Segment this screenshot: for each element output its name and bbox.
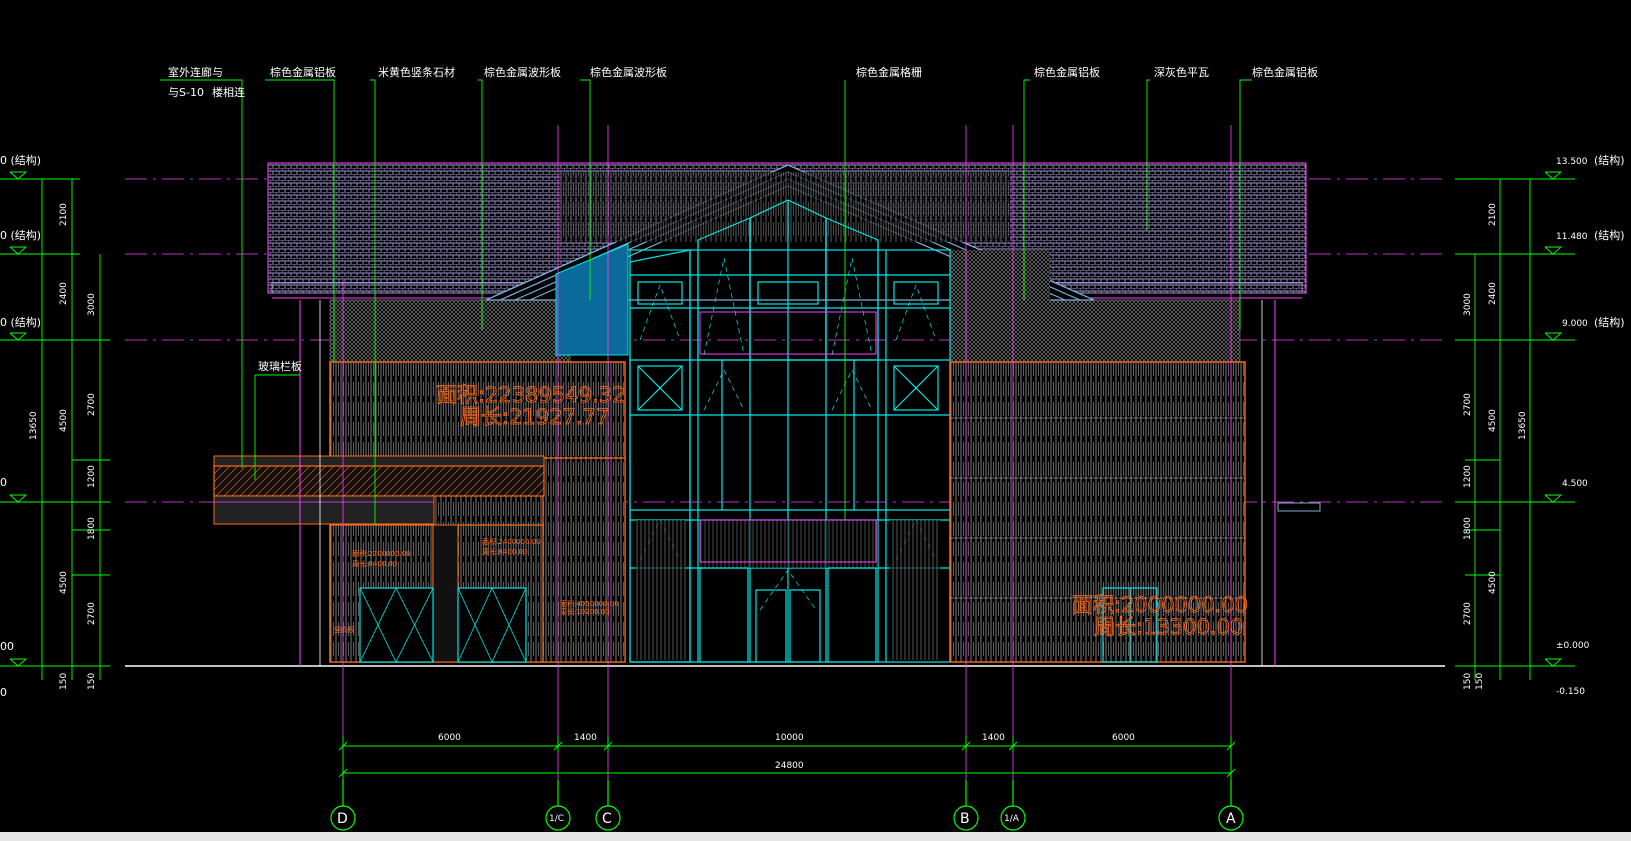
rdim-7: 1200 — [1463, 465, 1473, 488]
small-note-3: 面积:2400000.00 — [482, 537, 541, 546]
rdim-10: 4500 — [1488, 571, 1498, 594]
right-vertical-dims: 2100 2400 3000 2700 4500 13650 1200 1800… — [1463, 203, 1528, 690]
right-level-2: 11.480 — [1556, 232, 1588, 242]
right-level-1: 13.500 — [1556, 157, 1588, 167]
hdim-3: 10000 — [775, 733, 804, 743]
hdim-5: 6000 — [1112, 733, 1135, 743]
right-dimension-lines — [1455, 171, 1575, 680]
ldim-4: 1200 — [87, 465, 97, 488]
axis-label-c: C — [602, 811, 612, 827]
ldim-11: 13650 — [29, 411, 39, 440]
ldim-7: 150 — [59, 673, 69, 690]
label-brown-corrugated-2: 棕色金属波形板 — [590, 65, 667, 79]
glass-stripes-lower-right — [890, 520, 940, 660]
right-level-4: 4.500 — [1562, 479, 1588, 489]
status-bar — [0, 832, 1631, 841]
rdim-6: 13650 — [1518, 411, 1528, 440]
right-level-3: 9.000 — [1562, 319, 1588, 329]
label-brown-aluminum-1: 棕色金属铝板 — [270, 65, 336, 79]
ldim-10: 4500 — [59, 571, 69, 594]
glass-stripes-mid — [700, 520, 878, 568]
label-glass-railing: 玻璃栏板 — [258, 359, 302, 373]
left-level-1: 0 (结构) — [0, 153, 41, 167]
right-balcony — [1277, 502, 1321, 512]
ldim-2: 2400 — [59, 282, 69, 305]
rdim-2: 2400 — [1488, 282, 1498, 305]
axis-bubbles — [330, 780, 1244, 831]
rdim-11: 150 — [1463, 673, 1473, 690]
label-dark-gray-tile: 深灰色平瓦 — [1154, 65, 1209, 79]
rdim-3: 3000 — [1463, 293, 1473, 316]
rdim-8: 1800 — [1463, 517, 1473, 540]
hdim-total: 24800 — [775, 761, 804, 771]
area-note-lower-2: 周长:13300.00 — [1094, 615, 1243, 639]
ldim-9: 2700 — [87, 393, 97, 416]
area-note-lower-1: 面积:2000000.00 — [1072, 593, 1248, 617]
area-note-upper-2: 周长:21927.77 — [460, 405, 609, 429]
ldim-1: 2100 — [59, 203, 69, 226]
small-note-1: 面积:2700000.00 — [352, 549, 411, 558]
ldim-6: 2700 — [87, 602, 97, 625]
ldim-5: 1800 — [87, 517, 97, 540]
rdim-4: 2700 — [1463, 393, 1473, 416]
right-level-5: ±0.000 — [1556, 641, 1590, 651]
gray-mesh-gable-right — [950, 250, 1050, 360]
axis-label-1c: 1/C — [549, 814, 564, 824]
right-level-1-note: (结构) — [1594, 153, 1625, 167]
small-note-2: 周长:8400.00 — [352, 559, 397, 568]
label-outdoor-corridor-1: 室外连廊与 — [168, 65, 223, 79]
rdim-9: 2700 — [1463, 602, 1473, 625]
left-level-5: 00 — [0, 640, 14, 653]
small-note-7: 竖向板 — [334, 625, 355, 634]
right-level-3-note: (结构) — [1594, 315, 1625, 329]
ldim-12: 150 — [87, 673, 97, 690]
label-brown-aluminum-2: 棕色金属铝板 — [1034, 65, 1100, 79]
gable-stripe-area — [560, 172, 1010, 242]
area-note-upper-1: 面积:22389549.32 — [436, 383, 625, 407]
label-beige-stone: 米黄色竖条石材 — [378, 65, 455, 79]
axis-label-b: B — [960, 811, 970, 827]
right-level-6: -0.150 — [1556, 687, 1585, 697]
ldim-3: 4500 — [59, 409, 69, 432]
ldim-8: 3000 — [87, 293, 97, 316]
hdim-1: 6000 — [438, 733, 461, 743]
axis-label-1a: 1/A — [1004, 814, 1020, 824]
rdim-12: 150 — [1475, 673, 1485, 690]
left-level-3: 0 (结构) — [0, 315, 41, 329]
label-outdoor-corridor-3: 楼相连 — [212, 85, 245, 99]
hdim-2: 1400 — [574, 733, 597, 743]
label-brown-grille: 棕色金属格栅 — [856, 65, 922, 79]
left-vertical-dims: 2100 2400 4500 1200 1800 2700 150 3000 2… — [29, 203, 97, 690]
right-level-2-note: (结构) — [1594, 228, 1625, 242]
left-level-2: 0 (结构) — [0, 228, 41, 242]
label-brown-corrugated-1: 棕色金属波形板 — [484, 65, 561, 79]
small-note-4: 周长:8400.00 — [482, 547, 527, 556]
left-level-4: 0 — [0, 476, 7, 489]
glass-stripes-lower-left — [636, 520, 686, 660]
label-outdoor-corridor-2: 与S-10 — [168, 86, 204, 99]
hdim-4: 1400 — [982, 733, 1005, 743]
left-level-6: 0 — [0, 686, 7, 699]
axis-label-d: D — [337, 811, 348, 827]
mesh-band-left — [329, 299, 571, 363]
axis-label-a: A — [1226, 811, 1236, 827]
rdim-5: 4500 — [1488, 409, 1498, 432]
label-brown-aluminum-3: 棕色金属铝板 — [1252, 65, 1318, 79]
rdim-1: 2100 — [1488, 203, 1498, 226]
small-note-6: 周长:10200.00 — [560, 607, 610, 616]
small-note-5: 面积:4050000.00 — [560, 599, 619, 608]
elevation-drawing: 室外连廊与 与S-10 楼相连 棕色金属铝板 米黄色竖条石材 棕色金属波形板 棕… — [0, 65, 1625, 831]
